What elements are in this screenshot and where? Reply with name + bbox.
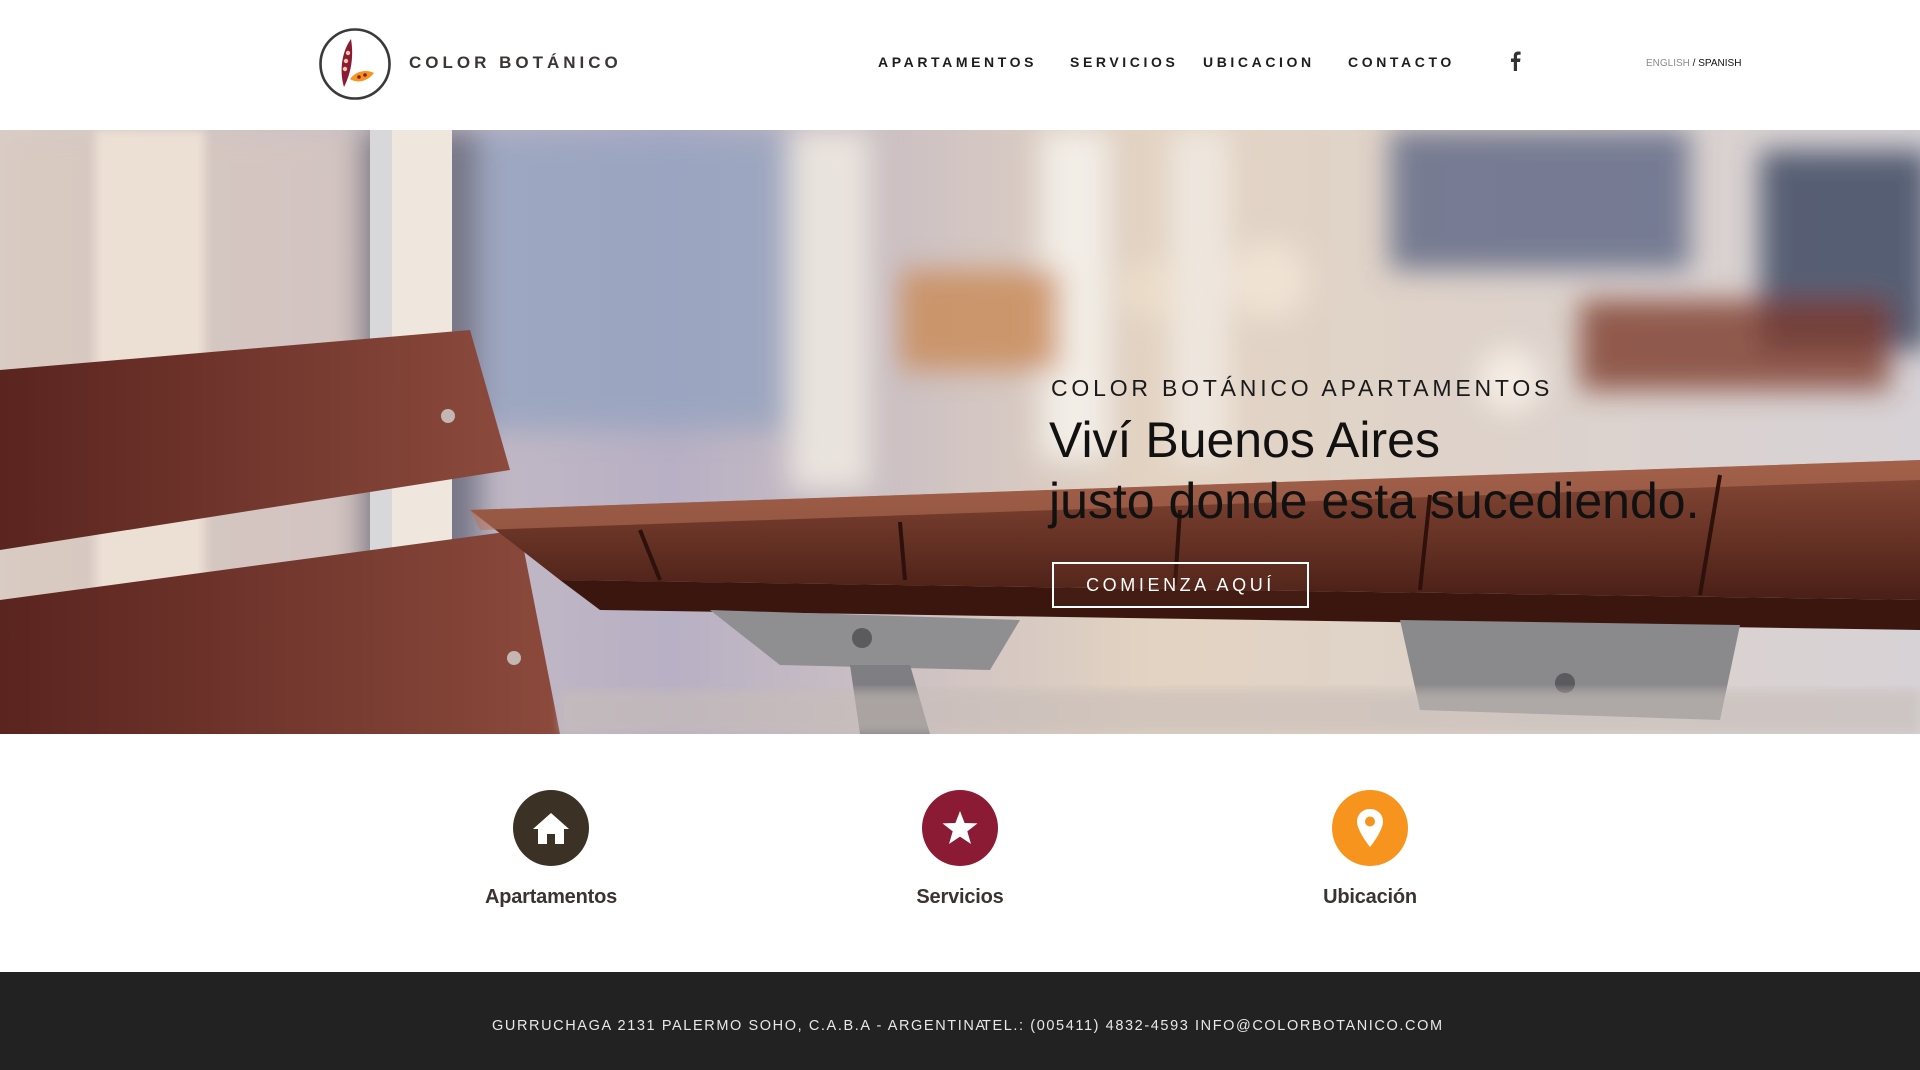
lang-spanish-link[interactable]: SPANISH [1698, 58, 1741, 69]
feature-ubicacion[interactable]: Ubicación [1260, 790, 1480, 909]
map-pin-icon [1357, 809, 1383, 847]
site-footer: GURRUCHAGA 2131 PALERMO SOHO, C.A.B.A - … [0, 972, 1920, 1070]
feature-servicios-label[interactable]: Servicios [850, 886, 1070, 909]
hero-title-line-1: Viví Buenos Aires [1049, 412, 1440, 468]
nav-servicios[interactable]: SERVICIOS [1070, 54, 1178, 70]
feature-servicios-circle[interactable] [922, 790, 998, 866]
comienza-aqui-button[interactable]: COMIENZA AQUÍ [1052, 562, 1309, 608]
feature-servicios[interactable]: Servicios [850, 790, 1070, 909]
brand-name[interactable]: COLOR BOTÁNICO [409, 53, 622, 73]
language-switcher: ENGLISH / SPANISH [1646, 58, 1741, 69]
footer-email[interactable]: INFO@COLORBOTANICO.COM [1195, 1018, 1444, 1034]
feature-apartamentos-label[interactable]: Apartamentos [441, 886, 661, 909]
nav-apartamentos[interactable]: APARTAMENTOS [878, 54, 1037, 70]
site-header: COLOR BOTÁNICO APARTAMENTOS SERVICIOS UB… [0, 0, 1920, 130]
hero-banner: COLOR BOTÁNICO APARTAMENTOS Viví Buenos … [0, 130, 1920, 734]
facebook-icon[interactable] [1508, 51, 1522, 71]
footer-phone[interactable]: TEL.: (005411) 4832-4593 [982, 1018, 1189, 1034]
footer-address: GURRUCHAGA 2131 PALERMO SOHO, C.A.B.A - … [492, 1018, 987, 1034]
hero-kicker: COLOR BOTÁNICO APARTAMENTOS [1051, 375, 1554, 401]
feature-ubicacion-label[interactable]: Ubicación [1260, 886, 1480, 909]
feature-ubicacion-circle[interactable] [1332, 790, 1408, 866]
home-icon [533, 813, 569, 844]
logo-icon[interactable] [318, 27, 392, 101]
feature-apartamentos[interactable]: Apartamentos [441, 790, 661, 909]
star-icon [942, 811, 978, 844]
lang-separator: / [1689, 58, 1699, 69]
lang-english-link[interactable]: ENGLISH [1646, 58, 1690, 69]
nav-contacto[interactable]: CONTACTO [1348, 54, 1455, 70]
nav-ubicacion[interactable]: UBICACION [1203, 54, 1315, 70]
feature-apartamentos-circle[interactable] [513, 790, 589, 866]
hero-title: Viví Buenos Aires justo donde esta suced… [1049, 410, 1700, 532]
hero-title-line-2: justo donde esta sucediendo. [1049, 473, 1700, 529]
